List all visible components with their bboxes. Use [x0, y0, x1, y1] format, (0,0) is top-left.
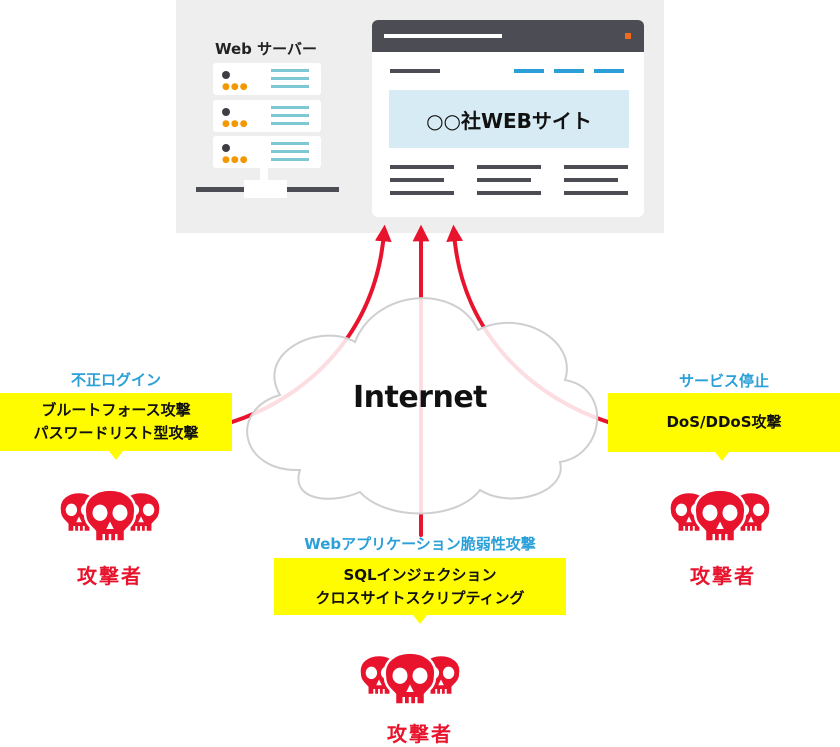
skull-group-icon [359, 651, 461, 706]
left-attack-box: ブルートフォース攻撃 パスワードリスト型攻撃 [0, 393, 232, 451]
right-attacker-label: 攻撃者 [690, 564, 756, 588]
right-box-pointer [715, 452, 729, 461]
center-attack-item: SQLインジェクション [343, 565, 497, 584]
left-attack-item: ブルートフォース攻撃 [41, 401, 191, 419]
center-attack-item: クロスサイトスクリプティング [315, 588, 525, 607]
center-attack-category: Webアプリケーション脆弱性攻撃 [304, 535, 536, 553]
center-attacker-label: 攻撃者 [387, 722, 453, 746]
center-attack-box: SQLインジェクション クロスサイトスクリプティング [274, 558, 566, 615]
cloud-label: Internet [352, 380, 488, 415]
left-attacker-label: 攻撃者 [77, 564, 143, 588]
left-box-pointer [109, 451, 123, 460]
right-attack-box: DoS/DDoS攻撃 [608, 393, 840, 452]
right-attack-item: DoS/DDoS攻撃 [666, 413, 782, 431]
skull-group-icon [669, 488, 771, 543]
right-attack-category: サービス停止 [678, 372, 769, 390]
center-box-pointer [413, 615, 427, 624]
skull-group-icon [59, 488, 161, 543]
left-attack-item: パスワードリスト型攻撃 [33, 424, 199, 442]
left-attack-category: 不正ログイン [70, 371, 161, 389]
